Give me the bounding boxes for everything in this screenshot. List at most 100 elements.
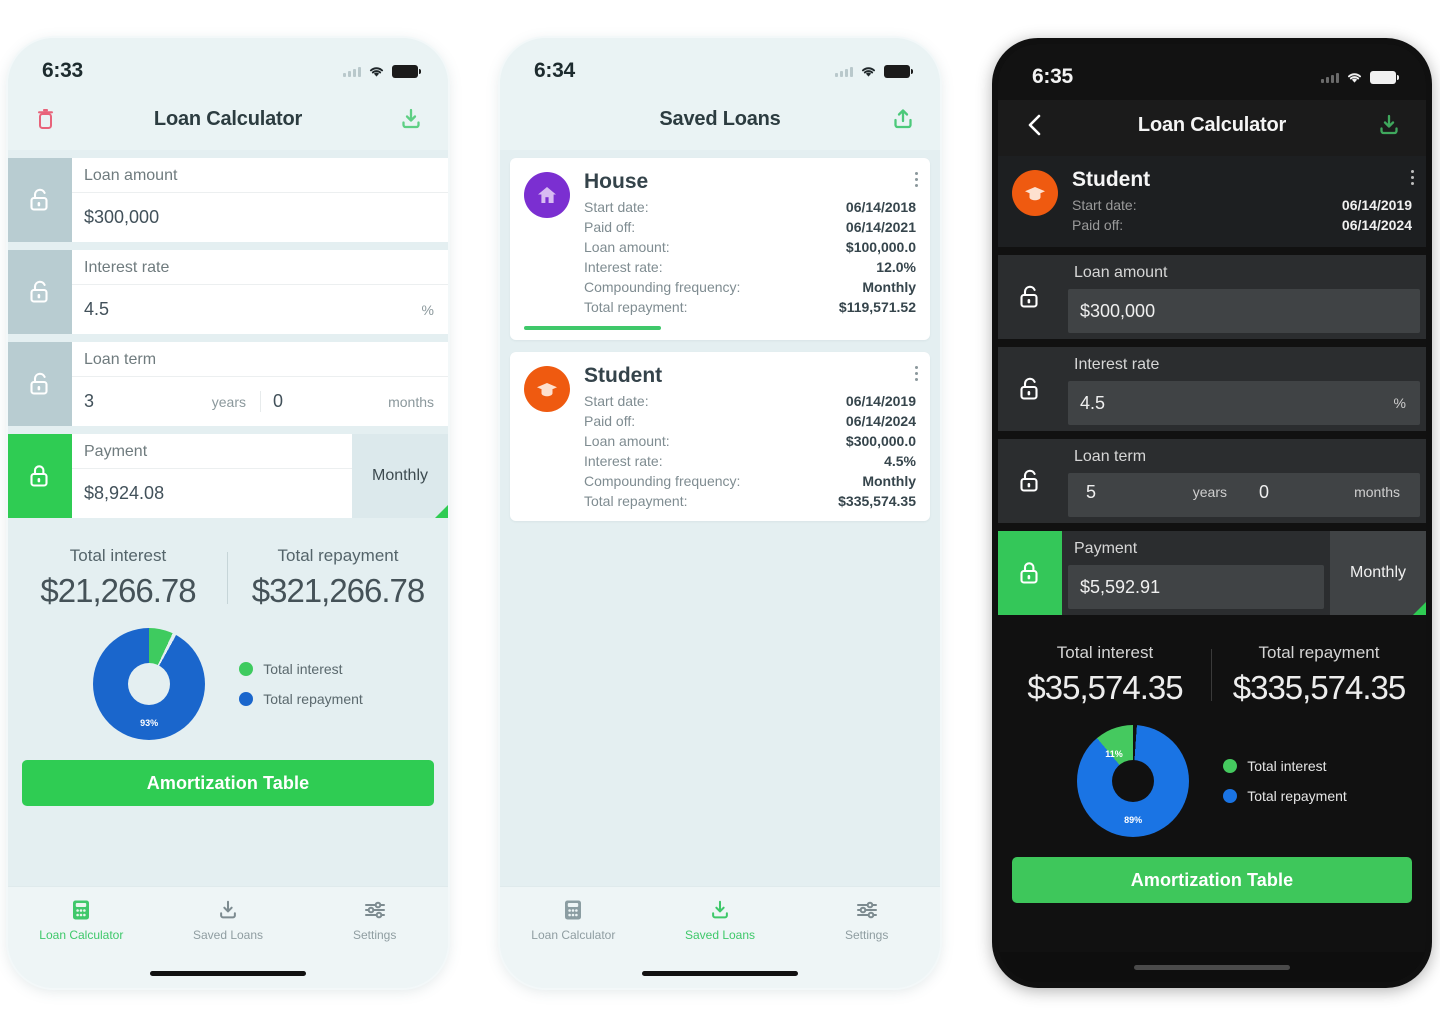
row-label: Start date: <box>584 199 649 215</box>
tab-label: Loan Calculator <box>39 928 124 942</box>
phone-loan-calculator-dark: 6:35 Loan Calculator Student Start date:… <box>992 38 1432 988</box>
field-value[interactable]: 3 <box>72 391 212 412</box>
download-icon[interactable] <box>1372 108 1406 142</box>
row-label: Paid off: <box>584 413 636 429</box>
card-menu-icon[interactable] <box>915 172 918 187</box>
back-chevron-icon[interactable] <box>1018 108 1052 142</box>
page-title: Loan Calculator <box>153 107 303 130</box>
field-loan-amount[interactable]: Loan amount $300,000 <box>998 255 1426 339</box>
bottom-tab-bar: Loan Calculator Saved Loans Settings <box>8 886 448 958</box>
amortization-table-button[interactable]: Amortization Table <box>1012 857 1412 903</box>
summary-value: $21,266.78 <box>40 572 196 609</box>
field-value[interactable]: $8,924.08 <box>72 483 352 504</box>
legend-label: Total interest <box>1247 758 1327 774</box>
donut-chart: 89% 11% <box>1077 725 1190 837</box>
summary-total-repayment: Total repayment $321,266.78 <box>228 546 448 610</box>
lock-open-icon[interactable] <box>8 250 72 334</box>
field-value[interactable]: 4.5 <box>72 299 422 320</box>
field-loan-amount[interactable]: Loan amount $300,000 <box>8 158 448 242</box>
summary-label: Total repayment <box>1258 643 1380 662</box>
bottom-spacer <box>998 927 1426 952</box>
lock-open-icon[interactable] <box>998 347 1062 431</box>
loan-row-interest-rate: Interest rate: 12.0% <box>584 257 916 277</box>
row-value: $100,000.0 <box>845 239 916 255</box>
tab-saved-loans[interactable]: Saved Loans <box>155 897 302 942</box>
row-value: 06/14/2024 <box>845 413 916 429</box>
row-value: Monthly <box>862 279 916 295</box>
loan-row-compounding: Compounding frequency: Monthly <box>584 277 916 297</box>
screenshot-stage: 6:33 Loan Calculator Loan amount $300,00… <box>0 0 1440 1028</box>
tab-loan-calculator[interactable]: Loan Calculator <box>8 897 155 942</box>
loan-row-paid-off: Paid off: 06/14/2024 <box>1072 215 1412 235</box>
row-value: 06/14/2019 <box>1341 197 1412 213</box>
field-value[interactable]: 4.5 <box>1068 393 1394 414</box>
loan-term-months[interactable]: 0 months <box>260 391 448 412</box>
tab-settings[interactable]: Settings <box>793 897 940 942</box>
field-label: Loan term <box>1074 448 1147 465</box>
field-label: Loan term <box>72 342 448 377</box>
row-label: Total repayment: <box>584 493 688 509</box>
loan-term-years[interactable]: 3 years <box>72 391 260 412</box>
loan-card-student[interactable]: Student Start date: 06/14/2019 Paid off:… <box>510 352 930 521</box>
saved-loans-content: House Start date: 06/14/2018 Paid off: 0… <box>500 150 940 886</box>
status-time: 6:35 <box>1032 65 1073 88</box>
trash-icon[interactable] <box>28 102 62 136</box>
field-value[interactable]: 0 <box>261 391 388 412</box>
row-label: Loan amount: <box>584 239 670 255</box>
donut-hole <box>1112 760 1155 802</box>
tab-saved-loans[interactable]: Saved Loans <box>647 897 794 942</box>
active-loan-header[interactable]: Student Start date: 06/14/2019 Paid off:… <box>998 156 1426 247</box>
loan-card-house[interactable]: House Start date: 06/14/2018 Paid off: 0… <box>510 158 930 340</box>
phone-loan-calculator-light: 6:33 Loan Calculator Loan amount $300,00… <box>8 38 448 988</box>
payment-frequency-select[interactable]: Monthly <box>1330 531 1426 615</box>
summary-row: Total interest $35,574.35 Total repaymen… <box>998 623 1426 709</box>
field-loan-term[interactable]: Loan term 3 years 0 months <box>8 342 448 426</box>
card-menu-icon[interactable] <box>1411 170 1414 185</box>
payment-frequency-select[interactable]: Monthly <box>352 434 448 518</box>
legend-label: Total repayment <box>1247 788 1347 804</box>
status-indicators <box>835 64 913 78</box>
page-title: Saved Loans <box>659 107 781 130</box>
battery-icon <box>1370 70 1399 84</box>
card-menu-icon[interactable] <box>915 366 918 381</box>
field-payment[interactable]: Payment $8,924.08 Monthly <box>8 434 448 518</box>
donut-minor-label: 11% <box>1105 749 1123 759</box>
field-unit: % <box>421 301 434 318</box>
amortization-table-button[interactable]: Amortization Table <box>22 760 434 806</box>
loan-row-loan-amount: Loan amount: $300,000.0 <box>584 431 916 451</box>
field-value[interactable]: $300,000 <box>72 207 448 228</box>
lock-open-icon[interactable] <box>998 255 1062 339</box>
status-indicators <box>1321 70 1399 84</box>
field-payment[interactable]: Payment $5,592.91 Monthly <box>998 531 1426 615</box>
loan-row-start-date: Start date: 06/14/2018 <box>584 197 916 217</box>
loan-row-start-date: Start date: 06/14/2019 <box>1072 195 1412 215</box>
loan-row-total-repayment: Total repayment: $335,574.35 <box>584 491 916 511</box>
field-value[interactable]: 5 <box>1074 482 1193 503</box>
field-value[interactable]: $300,000 <box>1068 301 1420 322</box>
lock-open-icon[interactable] <box>8 158 72 242</box>
lock-open-icon[interactable] <box>998 439 1062 523</box>
field-value[interactable]: $5,592.91 <box>1068 577 1324 598</box>
field-value[interactable]: 0 <box>1247 482 1354 503</box>
lock-open-icon[interactable] <box>8 342 72 426</box>
page-title: Loan Calculator <box>1137 113 1287 136</box>
field-loan-term[interactable]: Loan term 5 years 0 months <box>998 439 1426 523</box>
calculator-content: Loan amount $300,000 Interest rate 4.5 %… <box>8 150 448 886</box>
legend-item: Total interest <box>1223 758 1347 774</box>
loan-term-years[interactable]: 5 years <box>1074 481 1241 503</box>
tab-label: Saved Loans <box>192 928 264 942</box>
row-value: 06/14/2018 <box>845 199 916 215</box>
loan-term-months[interactable]: 0 months <box>1247 481 1414 503</box>
donut-major-label: 93% <box>140 718 159 728</box>
lock-closed-icon[interactable] <box>8 434 72 518</box>
lock-closed-icon[interactable] <box>998 531 1062 615</box>
tab-settings[interactable]: Settings <box>301 897 448 942</box>
field-interest-rate[interactable]: Interest rate 4.5 % <box>8 250 448 334</box>
tab-loan-calculator[interactable]: Loan Calculator <box>500 897 647 942</box>
share-icon[interactable] <box>886 102 920 136</box>
row-value: 12.0% <box>876 259 916 275</box>
field-interest-rate[interactable]: Interest rate 4.5 % <box>998 347 1426 431</box>
status-bar: 6:33 <box>8 38 448 94</box>
download-icon[interactable] <box>394 102 428 136</box>
summary-total-interest: Total interest $21,266.78 <box>8 546 228 610</box>
